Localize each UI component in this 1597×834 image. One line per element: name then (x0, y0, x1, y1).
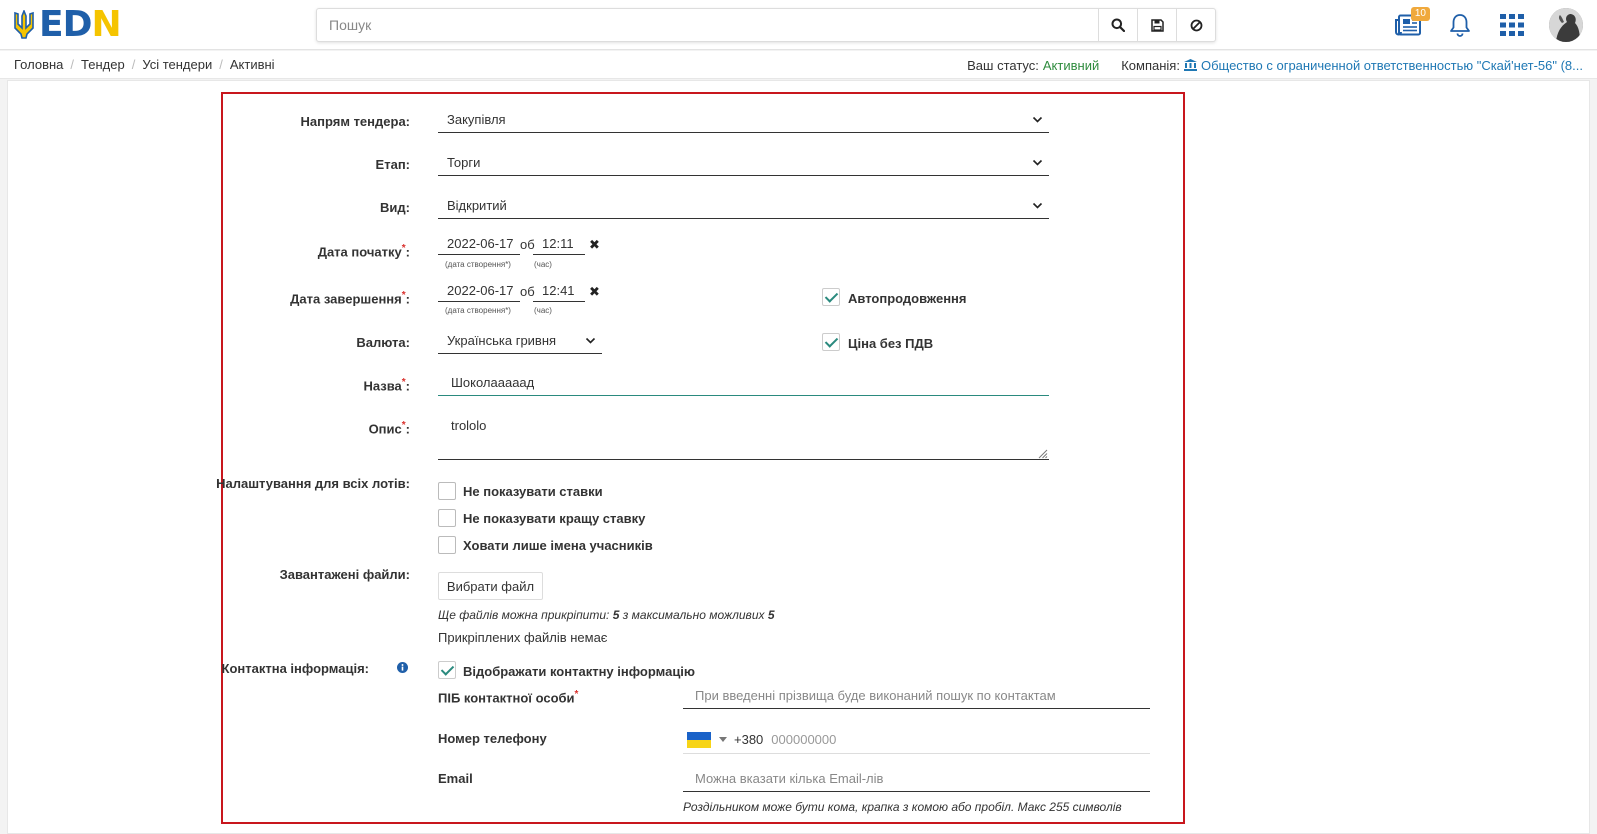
chevron-down-icon (1032, 202, 1043, 209)
search-input[interactable] (317, 9, 1098, 41)
show-contact-label: Відображати контактну інформацію (463, 664, 696, 679)
direction-label: Напрям тендера: (300, 114, 410, 129)
search-button[interactable] (1098, 9, 1137, 41)
auto-extend-checkbox[interactable] (822, 288, 840, 306)
chevron-down-icon (585, 337, 596, 344)
start-date-label: Дата початку*: (317, 243, 410, 260)
contact-person-input[interactable] (683, 683, 1150, 709)
show-contact-checkbox[interactable] (438, 661, 456, 679)
breadcrumb-active: Активні (229, 57, 275, 72)
user-avatar-image (1549, 8, 1583, 42)
type-value: Відкритий (447, 198, 507, 213)
company-label: Компанія: (1121, 57, 1180, 73)
hide-best-bid-checkbox[interactable] (438, 509, 456, 527)
status-label: Ваш статус: (967, 57, 1039, 73)
top-bar: EDN 10 (0, 0, 1597, 50)
clear-search-button[interactable] (1176, 9, 1215, 41)
choose-file-button[interactable]: Вибрати файл (438, 572, 543, 600)
logo-letter-e: E (39, 4, 64, 45)
currency-label: Валюта: (356, 335, 410, 350)
name-label: Назва*: (363, 377, 410, 394)
breadcrumb-tender[interactable]: Тендер (81, 57, 125, 72)
apps-grid-icon (1500, 14, 1524, 36)
description-label: Опис*: (368, 420, 410, 437)
end-time-input[interactable]: 12:41 (533, 282, 585, 302)
direction-select[interactable]: Закупівля (438, 107, 1049, 133)
clear-end-date-button[interactable]: ✖ (589, 284, 600, 300)
stage-label: Етап: (375, 157, 410, 172)
save-search-button[interactable] (1137, 9, 1176, 41)
hide-bids-label: Не показувати ставки (463, 484, 603, 499)
start-time-hint: (час) (534, 260, 552, 269)
news-badge: 10 (1410, 7, 1430, 21)
description-textarea[interactable]: trololo (438, 412, 1049, 460)
no-vat-checkbox[interactable] (822, 333, 840, 351)
bell-icon (1450, 14, 1470, 37)
floppy-disk-icon (1150, 18, 1164, 32)
chevron-down-icon (1032, 159, 1043, 166)
phone-label: Номер телефону (438, 731, 547, 746)
ban-icon (1190, 19, 1202, 31)
files-remaining-count: 5 (612, 608, 620, 622)
phone-field: +380 (683, 726, 1150, 754)
type-label: Вид: (380, 200, 410, 215)
email-input[interactable] (683, 766, 1150, 792)
apps-button[interactable] (1497, 10, 1527, 40)
clear-start-date-button[interactable]: ✖ (589, 237, 600, 253)
ukraine-flag-icon (687, 731, 711, 748)
end-date-hint: (дата створення*) (445, 306, 511, 315)
start-date-input[interactable]: 2022-06-17 (438, 235, 520, 255)
edin-logo[interactable]: EDN (13, 7, 122, 43)
currency-select[interactable]: Українська гривня (438, 328, 602, 354)
user-avatar[interactable] (1549, 8, 1583, 42)
stage-select[interactable]: Торги (438, 150, 1049, 176)
files-label: Завантажені файли: (279, 567, 410, 582)
search-bar (316, 8, 1216, 42)
hide-participant-names-checkbox[interactable] (438, 536, 456, 554)
end-date-label: Дата завершення*: (290, 290, 410, 307)
email-separator-note: Роздільником може бути кома, крапка з ко… (683, 800, 1122, 814)
files-limit-note: Ще файлів можна прикріпити: 5 з максимал… (438, 608, 775, 622)
start-date-hint: (дата створення*) (445, 260, 511, 269)
status-value: Активний (1042, 57, 1100, 73)
name-input[interactable] (438, 370, 1049, 396)
phone-input[interactable] (771, 732, 1150, 747)
company-link[interactable]: Общество с ограниченной ответственностью… (1201, 58, 1583, 73)
files-max-count: 5 (767, 608, 775, 622)
direction-value: Закупівля (447, 112, 506, 127)
search-icon (1111, 18, 1125, 32)
country-dropdown-icon[interactable] (719, 737, 727, 742)
auto-extend-label: Автопродовження (848, 291, 967, 306)
info-icon[interactable] (397, 662, 408, 673)
header-actions: 10 (1393, 7, 1583, 42)
notifications-button[interactable] (1445, 10, 1475, 40)
hide-bids-checkbox[interactable] (438, 482, 456, 500)
contact-info-label: Контактна інформація: (221, 661, 369, 676)
end-date-input[interactable]: 2022-06-17 (438, 282, 520, 302)
bank-icon (1183, 59, 1197, 71)
end-time-hint: (час) (534, 306, 552, 315)
contact-person-label: ПІБ контактної особи* (438, 689, 579, 706)
breadcrumb-home[interactable]: Головна (14, 57, 63, 72)
user-status-area: Ваш статус: Активний Компанія: Общество … (967, 51, 1583, 79)
resize-grip-icon[interactable] (1038, 449, 1048, 459)
chevron-down-icon (1032, 116, 1043, 123)
no-vat-label: Ціна без ПДВ (848, 336, 934, 351)
type-select[interactable]: Відкритий (438, 193, 1049, 219)
breadcrumb-bar: Головна / Тендер / Усі тендери / Активні… (0, 51, 1597, 79)
stage-value: Торги (447, 155, 481, 170)
news-button[interactable]: 10 (1393, 7, 1430, 40)
no-files-note: Прикріплених файлів немає (438, 630, 608, 645)
start-time-input[interactable]: 12:11 (533, 235, 585, 255)
email-label: Email (438, 771, 473, 786)
hide-participant-names-label: Ховати лише імена учасників (463, 538, 653, 553)
logo-letter-n: N (91, 4, 121, 45)
logo-letter-d: D (62, 4, 93, 45)
phone-country-code: +380 (734, 732, 764, 747)
lot-settings-label: Налаштування для всіх лотів: (216, 476, 410, 491)
currency-value: Українська гривня (447, 333, 557, 348)
breadcrumb-all-tenders[interactable]: Усі тендери (142, 57, 212, 72)
hide-best-bid-label: Не показувати кращу ставку (463, 511, 646, 526)
trident-icon (14, 10, 34, 39)
